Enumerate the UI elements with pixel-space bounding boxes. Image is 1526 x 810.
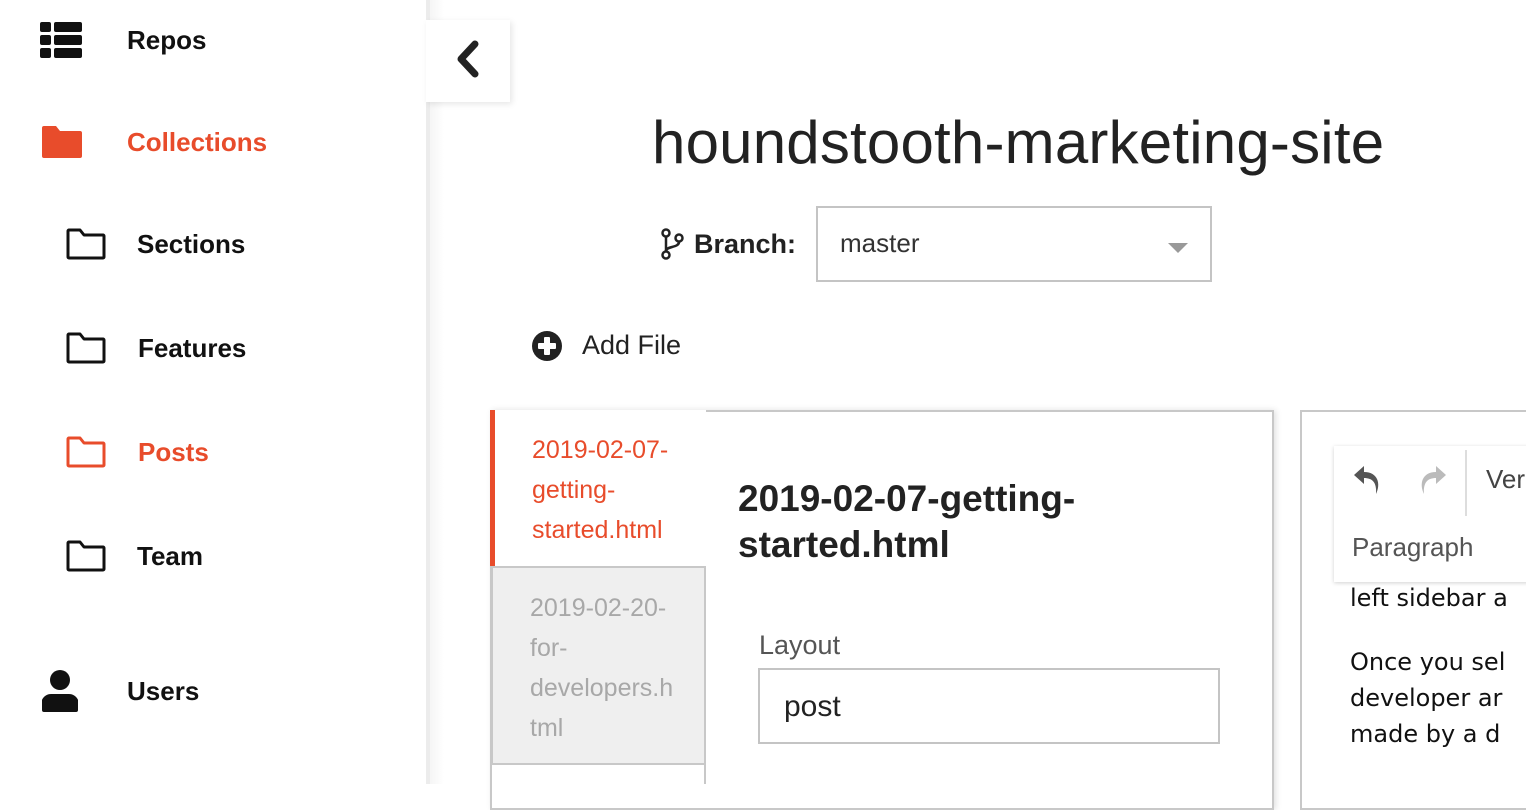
sidebar-item-label: Team <box>137 540 203 571</box>
folder-outline-icon <box>66 436 106 468</box>
toolbar-separator <box>1465 450 1467 516</box>
toolbar-menu-button[interactable]: Ver <box>1486 464 1525 495</box>
branch-label-text: Branch: <box>694 228 797 259</box>
file-heading-line: started.html <box>738 524 950 565</box>
sidebar-item-label: Collections <box>127 126 268 157</box>
collapse-sidebar-button[interactable] <box>426 20 510 102</box>
branch-label: Branch: <box>660 228 796 260</box>
editor-line: Once you sel <box>1350 648 1506 676</box>
sidebar-item-label: Repos <box>127 24 207 55</box>
sidebar-item-label: Users <box>127 675 200 706</box>
editor-toolbar: Ver Paragraph <box>1334 446 1526 582</box>
folder-filled-icon <box>42 126 82 158</box>
undo-button[interactable] <box>1352 464 1382 501</box>
sidebar-item-users[interactable]: Users <box>42 670 199 712</box>
file-tab-line: started.html <box>532 516 663 544</box>
sidebar-item-collections[interactable]: Collections <box>42 126 267 158</box>
sidebar-item-team[interactable]: Team <box>66 540 203 572</box>
format-select[interactable]: Paragraph <box>1352 532 1473 563</box>
sidebar-item-label: Posts <box>138 436 209 467</box>
editor-content[interactable]: the Houndstooth left sidebar a Once you … <box>1350 560 1526 784</box>
file-heading: 2019-02-07-getting- started.html <box>738 476 1158 568</box>
file-tab-line: developers.h <box>530 674 674 702</box>
tab-column-divider <box>704 765 706 784</box>
editor-line: left sidebar a <box>1350 584 1508 612</box>
file-tab-line: 2019-02-20- <box>530 594 667 622</box>
editor-line: made by a d <box>1350 720 1501 748</box>
plus-circle-icon <box>532 330 562 361</box>
repo-title: houndstooth-marketing-site <box>652 109 1385 176</box>
folder-outline-icon <box>66 332 106 364</box>
sidebar-item-posts[interactable]: Posts <box>66 436 209 468</box>
layout-input[interactable]: post <box>758 668 1220 744</box>
caret-down-icon <box>1168 243 1189 253</box>
sidebar-item-features[interactable]: Features <box>66 332 246 364</box>
add-file-label: Add File <box>582 330 682 360</box>
file-tab-line: for- <box>530 634 568 662</box>
list-icon <box>40 22 82 58</box>
file-tab-line: 2019-02-07- <box>532 436 669 464</box>
user-icon <box>42 670 78 712</box>
redo-icon <box>1418 466 1448 500</box>
add-file-button[interactable]: Add File <box>532 330 681 361</box>
branch-row: Branch: master <box>660 206 1213 282</box>
file-tab-line: tml <box>530 714 564 742</box>
chevron-left-icon <box>453 39 483 84</box>
file-tab-getting-started[interactable]: 2019-02-07- getting- started.html <box>490 410 706 566</box>
editor-line: developer ar <box>1350 684 1503 712</box>
sidebar-item-label: Features <box>138 332 247 363</box>
main-shadow <box>430 0 444 784</box>
file-tab-line: getting- <box>532 476 616 504</box>
folder-outline-icon <box>66 540 106 572</box>
branch-select-value: master <box>840 228 920 258</box>
undo-icon <box>1352 466 1382 500</box>
sidebar-item-repos[interactable]: Repos <box>40 22 206 58</box>
folder-outline-icon <box>66 228 106 260</box>
sidebar-item-sections[interactable]: Sections <box>66 228 245 260</box>
file-heading-line: 2019-02-07-getting- <box>738 478 1076 519</box>
editor-paragraph: Once you sel developer ar made by a d <box>1350 644 1526 752</box>
branch-select[interactable]: master <box>816 206 1213 282</box>
file-tab-for-developers[interactable]: 2019-02-20- for- developers.h tml <box>491 566 706 765</box>
git-branch-icon <box>660 228 684 260</box>
sidebar-item-label: Sections <box>137 228 246 259</box>
sidebar: Repos Collections Sections Features Post… <box>0 0 426 784</box>
layout-field-label: Layout <box>759 630 841 660</box>
redo-button[interactable] <box>1418 464 1448 501</box>
